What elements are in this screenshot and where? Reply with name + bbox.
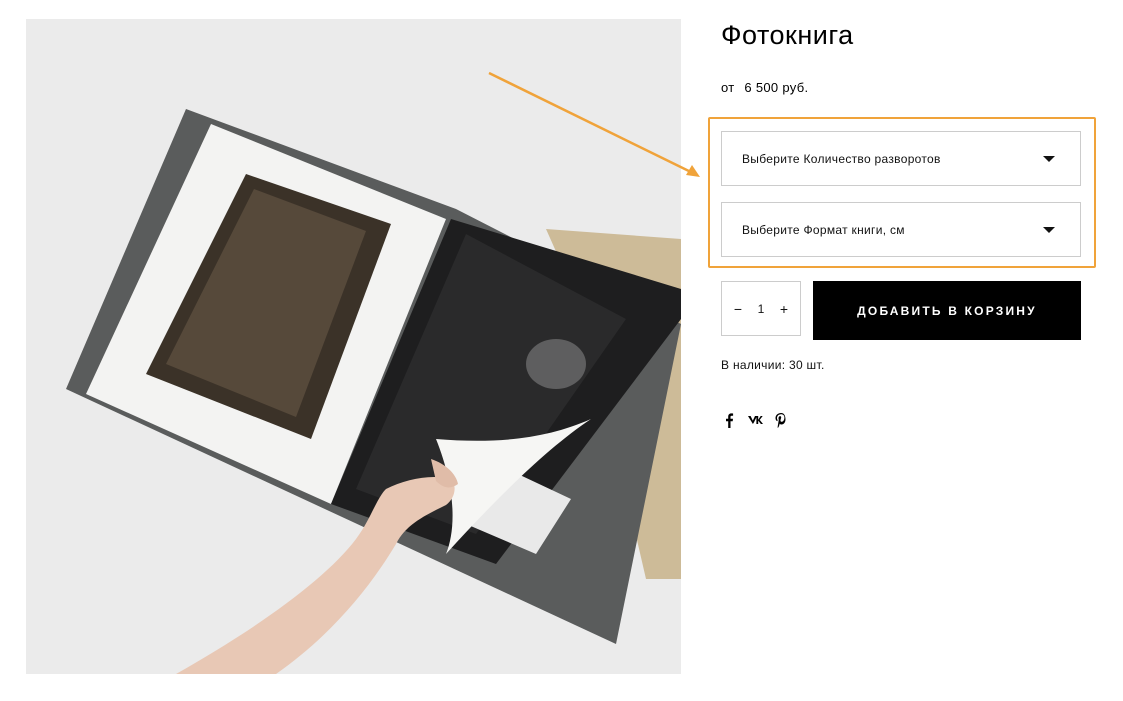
facebook-icon[interactable]	[721, 412, 737, 428]
caret-down-icon	[1043, 226, 1055, 233]
quantity-stepper: − 1 +	[721, 281, 801, 336]
select-label: Выберите Формат книги, см	[742, 222, 905, 237]
price-value: 6 500 руб.	[744, 80, 809, 95]
vk-icon[interactable]	[747, 412, 763, 428]
product-price: от 6 500 руб.	[721, 80, 808, 95]
share-links	[721, 412, 789, 428]
add-to-cart-button[interactable]: ДОБАВИТЬ В КОРЗИНУ	[813, 281, 1081, 340]
pinterest-icon[interactable]	[773, 412, 789, 428]
select-label: Выберите Количество разворотов	[742, 151, 941, 166]
product-image	[26, 19, 681, 674]
spreads-count-select[interactable]: Выберите Количество разворотов	[721, 131, 1081, 186]
quantity-value[interactable]: 1	[750, 282, 772, 335]
quantity-decrease-button[interactable]: −	[726, 282, 750, 335]
book-format-select[interactable]: Выберите Формат книги, см	[721, 202, 1081, 257]
quantity-increase-button[interactable]: +	[772, 282, 796, 335]
stock-status: В наличии: 30 шт.	[721, 358, 825, 372]
product-title: Фотокнига	[721, 20, 854, 50]
photobook-illustration	[26, 19, 681, 674]
caret-down-icon	[1043, 155, 1055, 162]
price-prefix: от	[721, 80, 735, 95]
